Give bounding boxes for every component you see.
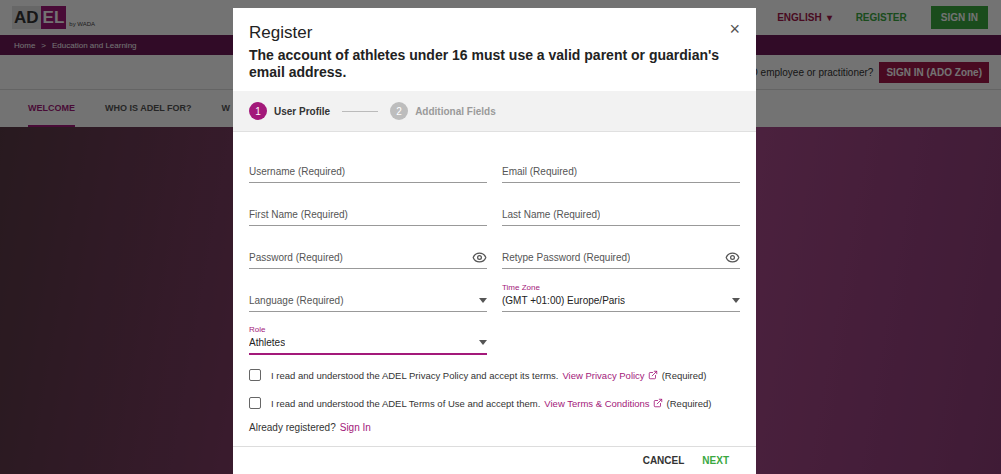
sign-in-link[interactable]: Sign In	[340, 422, 371, 433]
field-placeholder: Last Name (Required)	[502, 209, 600, 220]
step-label: Additional Fields	[415, 106, 496, 117]
agreement-link[interactable]: View Terms & Conditions	[544, 398, 662, 409]
select-field[interactable]: Role Athletes	[249, 322, 487, 355]
dropdown-caret-icon	[479, 340, 487, 345]
step-label: User Profile	[274, 106, 330, 117]
checkbox[interactable]	[249, 397, 261, 409]
register-form: Username (Required) Email (Required) First…	[233, 132, 756, 355]
register-dialog: Register The account of athletes under 16…	[233, 8, 756, 474]
required-mark: (Required)	[667, 398, 712, 409]
eye-icon[interactable]	[472, 250, 487, 265]
stepper: 1 User Profile 2 Additional Fields	[233, 91, 756, 132]
dialog-title: Register	[249, 22, 740, 44]
checkbox[interactable]	[249, 369, 261, 381]
select-field[interactable]: Time Zone (GMT +01:00) Europe/Paris	[502, 279, 740, 312]
text-field[interactable]: First Name (Required)	[249, 193, 487, 226]
next-button[interactable]: NEXT	[702, 455, 729, 466]
eye-icon[interactable]	[725, 250, 740, 265]
dropdown-caret-icon	[732, 298, 740, 303]
step-number: 1	[249, 102, 267, 120]
text-field[interactable]: Email (Required)	[502, 150, 740, 183]
field-placeholder: Retype Password (Required)	[502, 252, 630, 263]
step[interactable]: 2 Additional Fields	[390, 102, 496, 120]
text-field[interactable]: Retype Password (Required)	[502, 236, 740, 269]
text-field[interactable]: Password (Required)	[249, 236, 487, 269]
field-placeholder: Language (Required)	[249, 295, 344, 306]
external-link-icon	[648, 370, 658, 380]
sign-in-prompt: Already registered?Sign In	[233, 413, 756, 433]
field-placeholder: Email (Required)	[502, 166, 577, 177]
step-connector	[342, 111, 378, 112]
field-placeholder: Password (Required)	[249, 252, 343, 263]
field-placeholder: First Name (Required)	[249, 209, 348, 220]
field-label: Role	[249, 324, 487, 335]
required-mark: (Required)	[662, 370, 707, 381]
cancel-button[interactable]: CANCEL	[643, 455, 685, 466]
field-value: (GMT +01:00) Europe/Paris	[502, 295, 625, 306]
external-link-icon	[653, 398, 663, 408]
field-label: Time Zone	[502, 282, 740, 293]
field-placeholder: Username (Required)	[249, 166, 345, 177]
text-field[interactable]: Username (Required)	[249, 150, 487, 183]
field-value: Athletes	[249, 337, 285, 348]
dropdown-caret-icon	[479, 298, 487, 303]
agreement-link[interactable]: View Privacy Policy	[562, 370, 657, 381]
agreement-text: I read and understood the ADEL Terms of …	[271, 398, 540, 409]
dialog-notice: The account of athletes under 16 must us…	[249, 47, 740, 81]
close-button[interactable]: ×	[729, 20, 740, 38]
agreement-row: I read and understood the ADEL Terms of …	[249, 393, 740, 413]
step[interactable]: 1 User Profile	[249, 102, 330, 120]
step-number: 2	[390, 102, 408, 120]
dialog-footer: CANCEL NEXT	[233, 446, 756, 474]
text-field[interactable]: Last Name (Required)	[502, 193, 740, 226]
select-field[interactable]: Language (Required)	[249, 279, 487, 312]
agreement-row: I read and understood the ADEL Privacy P…	[249, 365, 740, 385]
agreement-text: I read and understood the ADEL Privacy P…	[271, 370, 558, 381]
screen: ADELby WADAENGLISH▾REGISTERSIGN INHome>E…	[0, 0, 1001, 474]
